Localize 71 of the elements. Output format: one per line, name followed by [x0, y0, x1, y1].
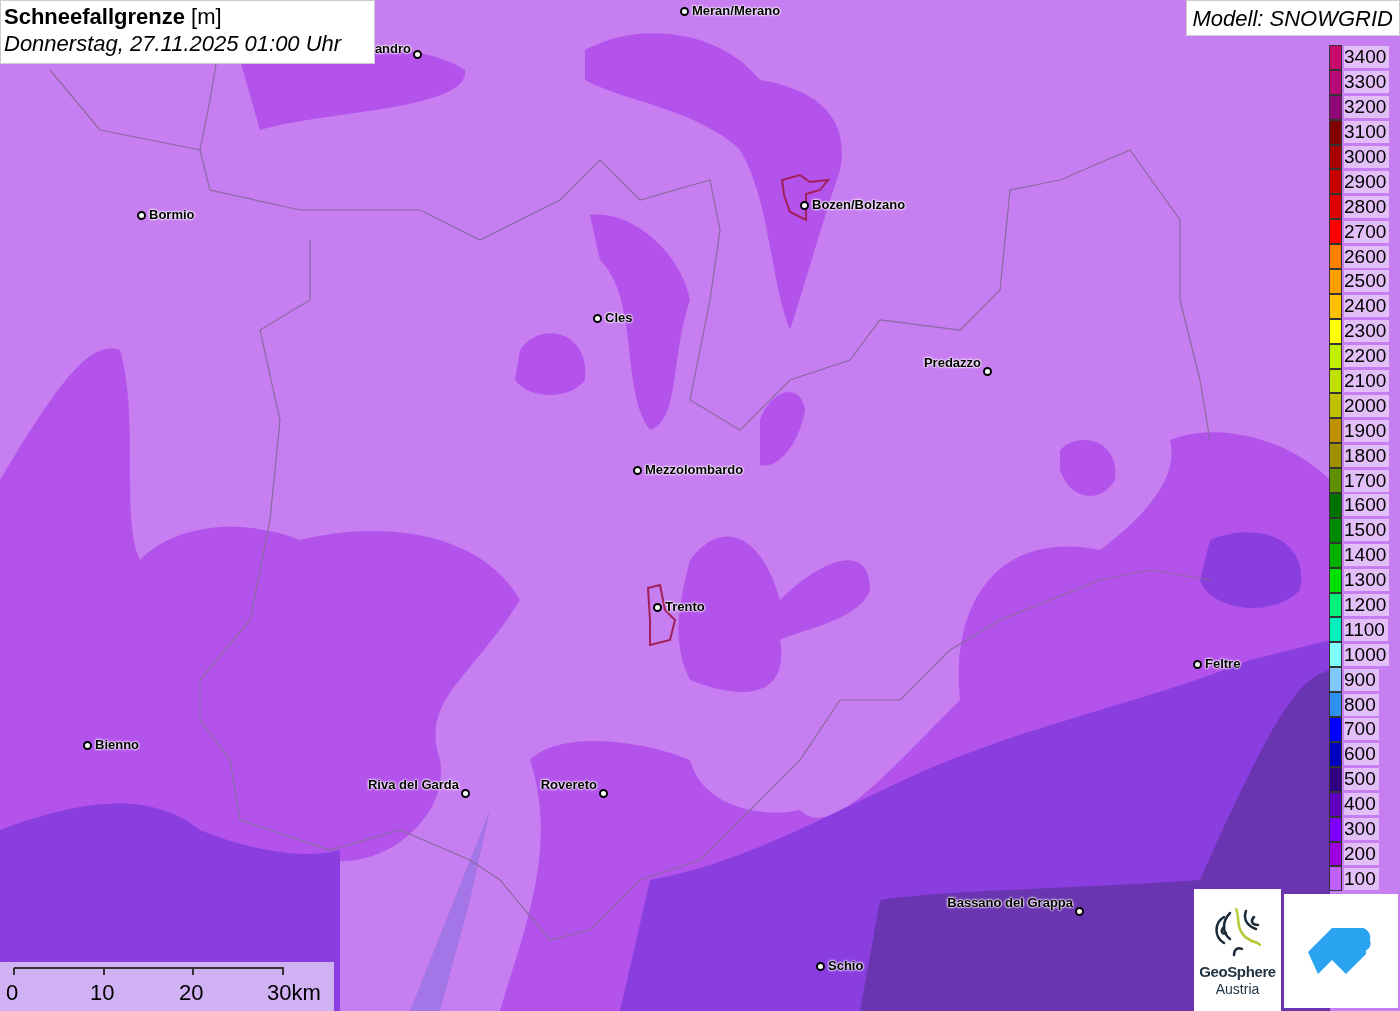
legend-label: 1900 — [1344, 419, 1390, 442]
legend-label: 2700 — [1344, 220, 1390, 243]
place-marker-icon — [1193, 660, 1202, 669]
legend-label: 1700 — [1344, 469, 1390, 492]
legend-label: 2300 — [1344, 320, 1390, 343]
place-marker-icon — [680, 7, 689, 16]
place-label: Feltre — [1205, 656, 1241, 671]
legend-label: 1100 — [1344, 618, 1388, 641]
legend-label: 1800 — [1344, 444, 1390, 467]
place-marker-icon — [413, 50, 422, 59]
place-label: andro — [374, 41, 411, 56]
place-marker-icon — [800, 201, 809, 210]
model-label: Modell: SNOWGRID — [1185, 0, 1400, 36]
place-marker-icon — [633, 466, 642, 475]
place-marker-icon — [1075, 907, 1084, 916]
scale-label: 30km — [267, 980, 321, 1006]
map-datetime: Donnerstag, 27.11.2025 01:00 Uhr — [4, 30, 343, 58]
legend-label: 2800 — [1344, 195, 1390, 218]
legend-label: 1000 — [1344, 643, 1390, 666]
place-label: Riva del Garda — [367, 777, 459, 792]
legend-label: 2600 — [1344, 245, 1390, 268]
place-marker-icon — [653, 603, 662, 612]
scale-label: 0 — [6, 980, 19, 1006]
logo-country: Austria — [1215, 981, 1260, 998]
legend-label: 800 — [1344, 693, 1379, 716]
legend-label: 3000 — [1344, 146, 1390, 168]
legend-label: 100 — [1344, 867, 1379, 890]
place-marker-icon — [593, 314, 602, 323]
legend-label: 3200 — [1344, 96, 1390, 119]
place-marker-icon — [83, 741, 92, 750]
legend-label: 600 — [1344, 743, 1379, 766]
legend-label: 1500 — [1344, 519, 1390, 542]
legend-label: 2200 — [1344, 345, 1390, 368]
place-label: Mezzolombardo — [645, 462, 744, 477]
legend-label: 400 — [1344, 793, 1379, 816]
place-label: Rovereto — [540, 777, 597, 792]
place-label: Schio — [828, 958, 864, 973]
place-label: Predazzo — [923, 355, 981, 370]
place-marker-icon — [461, 789, 470, 798]
legend-label: 200 — [1344, 842, 1379, 865]
place-marker-icon — [983, 367, 992, 376]
scale-label: 10 — [90, 980, 115, 1006]
place-label: Bozen/Bolzano — [812, 197, 906, 212]
place-label: Bormio — [149, 207, 195, 222]
legend-label: 1600 — [1344, 494, 1390, 517]
place-marker-icon — [137, 211, 146, 220]
legend-label: 1300 — [1344, 569, 1390, 592]
legend-label: 2500 — [1344, 270, 1390, 293]
legend-label: 3100 — [1344, 121, 1390, 144]
legend-label: 500 — [1344, 768, 1379, 791]
legend-label: 900 — [1344, 668, 1379, 691]
legend-label: 2100 — [1344, 370, 1390, 392]
legend-label: 2400 — [1344, 295, 1390, 318]
place-label: Cles — [605, 310, 633, 325]
place-marker-icon — [816, 962, 825, 971]
place-label: Trento — [665, 599, 705, 614]
legend-label: 3400 — [1344, 46, 1390, 69]
logo-name: GeoSphere — [1199, 963, 1276, 981]
legend-label: 700 — [1344, 718, 1379, 741]
map-title: Schneefallgrenze [m] — [4, 4, 223, 30]
scale-label: 20 — [179, 980, 204, 1006]
legend-label: 3300 — [1344, 71, 1390, 94]
legend-label: 300 — [1344, 818, 1379, 841]
place-label: Bienno — [95, 737, 140, 752]
place-label: Bassano del Grappa — [947, 895, 1073, 910]
legend-label: 2900 — [1344, 170, 1390, 193]
legend-label: 1400 — [1344, 544, 1390, 567]
place-marker-icon — [599, 789, 608, 798]
place-label: Meran/Merano — [692, 3, 781, 18]
legend-label: 2000 — [1344, 394, 1390, 417]
legend-label: 1200 — [1344, 594, 1390, 617]
